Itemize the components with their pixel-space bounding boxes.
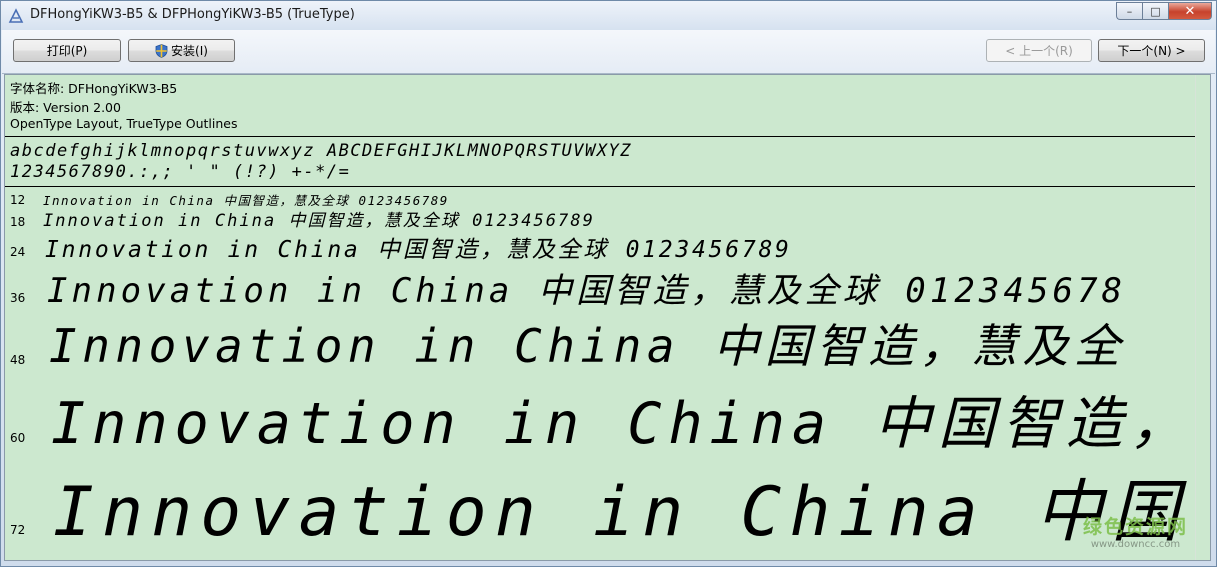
sample-text-60: Innovation in China 中国智造， <box>51 391 1194 457</box>
install-button-label: 安装(I) <box>171 44 208 58</box>
maximize-button[interactable]: □ <box>1142 2 1168 20</box>
sample-text-18: Innovation in China 中国智造，慧及全球 0123456789 <box>43 211 595 231</box>
print-button-label: 打印(P) <box>46 44 88 58</box>
minimize-icon: – <box>1126 4 1133 18</box>
divider <box>5 136 1195 137</box>
size-label-18: 18 <box>10 215 26 229</box>
previous-button-label: < 上一个(R) <box>1005 44 1073 58</box>
watermark-url: www.downcc.com <box>1090 539 1181 550</box>
font-version-line: 版本: Version 2.00 <box>10 100 121 115</box>
watermark: 绿色资源网 www.downcc.com <box>1083 512 1188 550</box>
close-icon: ✕ <box>1184 3 1196 19</box>
minimize-button[interactable]: – <box>1116 2 1142 20</box>
charset-digits-symbols: 1234567890.:,; ' " (!?) +-*/= <box>10 162 351 182</box>
previous-button[interactable]: < 上一个(R) <box>986 39 1092 62</box>
close-button[interactable]: ✕ <box>1168 2 1212 20</box>
window-title: DFHongYiKW3-B5 & DFPHongYiKW3-B5 (TrueTy… <box>30 7 355 22</box>
sample-text-72: Innovation in China 中国 <box>53 473 1188 552</box>
next-button-label: 下一个(N) > <box>1117 44 1186 58</box>
divider <box>5 186 1195 187</box>
size-label-12: 12 <box>10 193 26 207</box>
next-button[interactable]: 下一个(N) > <box>1098 39 1205 62</box>
sample-text-48: Innovation in China 中国智造，慧及全 <box>49 319 1126 373</box>
title-bar[interactable]: DFHongYiKW3-B5 & DFPHongYiKW3-B5 (TrueTy… <box>1 1 1216 30</box>
watermark-title: 绿色资源网 <box>1082 516 1188 538</box>
font-name-line: 字体名称: DFHongYiKW3-B5 <box>10 81 178 96</box>
font-app-icon <box>8 8 24 23</box>
vertical-scrollbar-track[interactable] <box>1195 75 1210 560</box>
font-viewer-window: DFHongYiKW3-B5 & DFPHongYiKW3-B5 (TrueTy… <box>0 0 1217 567</box>
font-type-line: OpenType Layout, TrueType Outlines <box>10 116 238 131</box>
font-preview-pane[interactable]: 字体名称: DFHongYiKW3-B5 版本: Version 2.00 Op… <box>4 74 1211 561</box>
sample-text-36: Innovation in China 中国智造，慧及全球 012345678 <box>47 271 1127 311</box>
size-label-36: 36 <box>10 291 26 305</box>
toolbar: 打印(P) 安装(I) < 上一个(R) 下一个(N) > <box>2 30 1215 74</box>
install-button[interactable]: 安装(I) <box>128 39 235 62</box>
print-button[interactable]: 打印(P) <box>13 39 121 62</box>
maximize-icon: □ <box>1150 4 1161 18</box>
size-label-72: 72 <box>10 523 26 537</box>
size-label-60: 60 <box>10 431 26 445</box>
size-label-48: 48 <box>10 353 26 367</box>
caption-buttons: – □ ✕ <box>1116 2 1212 22</box>
size-label-24: 24 <box>10 245 26 259</box>
charset-letters: abcdefghijklmnopqrstuvwxyz ABCDEFGHIJKLM… <box>10 141 632 161</box>
shield-icon <box>155 43 168 58</box>
sample-text-24: Innovation in China 中国智造，慧及全球 0123456789 <box>45 237 792 263</box>
